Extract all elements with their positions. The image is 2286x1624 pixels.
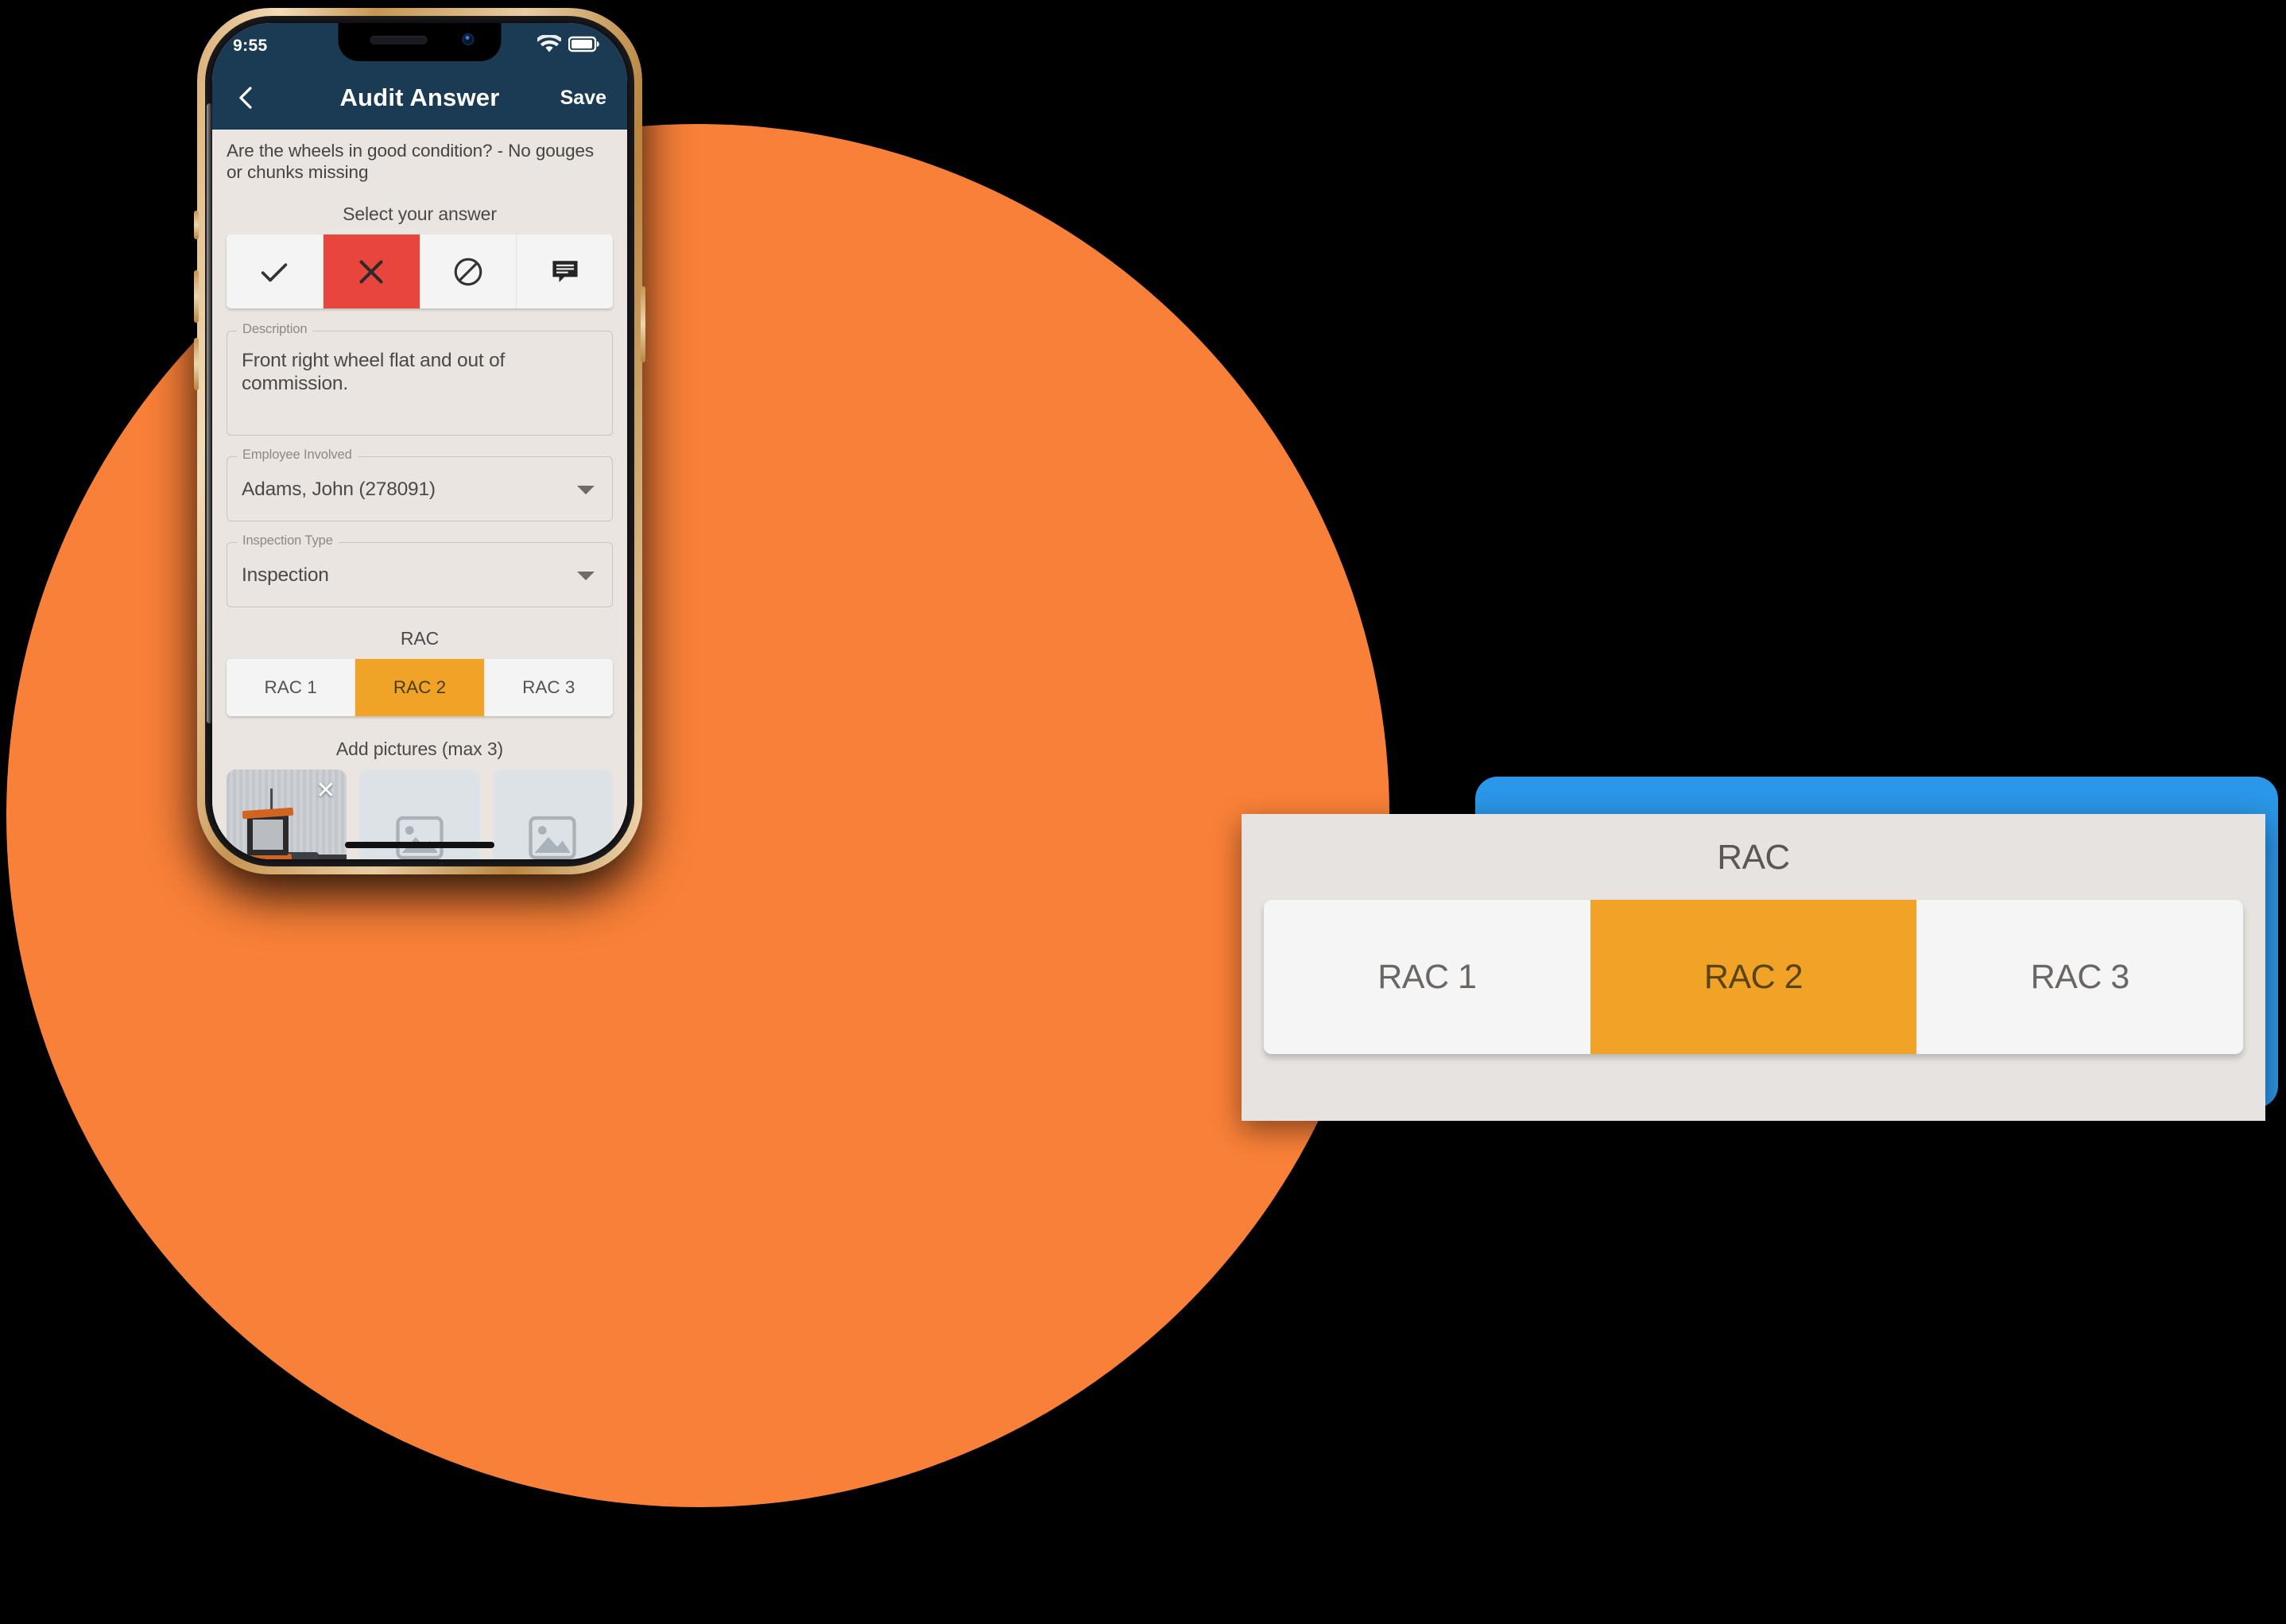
answer-option-pass[interactable] (227, 234, 324, 309)
power-button[interactable] (641, 286, 645, 362)
callout-rac-option-2[interactable]: RAC 2 (1590, 900, 1917, 1054)
forklift-antenna (270, 789, 273, 810)
x-icon (359, 260, 383, 284)
rac-option-2[interactable]: RAC 2 (355, 659, 485, 717)
phone-screen: 9:55 Audit Answer Save Are the wheels in… (212, 23, 627, 859)
answer-option-comment[interactable] (517, 234, 613, 309)
wifi-icon (536, 33, 563, 58)
check-icon (262, 262, 288, 281)
image-placeholder-icon (396, 816, 444, 859)
home-indicator[interactable] (345, 842, 494, 848)
front-camera (462, 33, 475, 45)
close-icon[interactable]: ✕ (316, 779, 335, 803)
forklift-cab (247, 814, 289, 856)
status-bar: 9:55 (212, 23, 627, 69)
pictures-section-label: Add pictures (max 3) (335, 738, 504, 760)
description-field[interactable]: Description Front right wheel flat and o… (227, 322, 613, 436)
caret-down-icon (577, 571, 595, 580)
navigation-bar: Audit Answer Save (212, 69, 627, 130)
status-time: 9:55 (233, 37, 268, 55)
image-placeholder-icon (529, 816, 576, 859)
picture-slot-filled[interactable]: ✕ (227, 769, 347, 859)
callout-rac-option-1[interactable]: RAC 1 (1264, 900, 1591, 1054)
employee-involved-legend: Employee Involved (237, 448, 358, 463)
description-legend: Description (237, 322, 313, 338)
callout-rac-option-3[interactable]: RAC 3 (1916, 900, 2243, 1054)
callout-rac-segmented-control: RAC 1 RAC 2 RAC 3 (1264, 900, 2243, 1054)
battery-icon (568, 36, 600, 57)
answer-segmented-control (227, 234, 613, 309)
mute-switch[interactable] (194, 211, 199, 239)
volume-down-button[interactable] (194, 338, 199, 390)
caret-down-icon (577, 485, 595, 494)
frame-highlight (207, 103, 212, 723)
employee-involved-value: Adams, John (278091) (242, 479, 436, 501)
inspection-type-legend: Inspection Type (237, 533, 339, 549)
employee-involved-select[interactable]: Employee Involved Adams, John (278091) (227, 448, 613, 522)
rac-callout-panel: RAC RAC 1 RAC 2 RAC 3 (1242, 814, 2265, 1121)
rac-segmented-control: RAC 1 RAC 2 RAC 3 (227, 659, 613, 717)
chevron-left-icon (239, 87, 252, 109)
save-button[interactable]: Save (560, 87, 606, 110)
answer-option-na[interactable] (420, 234, 517, 309)
inspection-type-select[interactable]: Inspection Type Inspection (227, 533, 613, 608)
phone-mockup: 9:55 Audit Answer Save Are the wheels in… (194, 8, 645, 874)
description-value: Front right wheel flat and out of commis… (242, 350, 506, 395)
earpiece-speaker (370, 36, 428, 45)
volume-up-button[interactable] (194, 270, 199, 323)
rac-option-3[interactable]: RAC 3 (484, 659, 613, 717)
question-text: Are the wheels in good condition? - No g… (227, 141, 595, 182)
back-button[interactable] (233, 84, 260, 111)
comment-icon (552, 260, 578, 282)
answer-section-label: Select your answer (343, 203, 497, 225)
inspection-type-value: Inspection (242, 564, 329, 587)
status-indicators (536, 33, 600, 58)
rac-section-label: RAC (400, 628, 440, 649)
phone-notch (338, 23, 502, 61)
picture-slot-empty-2[interactable] (492, 769, 613, 859)
audit-answer-form: Are the wheels in good condition? - No g… (212, 130, 627, 859)
callout-title: RAC (1717, 838, 1790, 877)
rac-option-1[interactable]: RAC 1 (227, 659, 356, 717)
answer-option-fail[interactable] (323, 234, 420, 309)
no-entry-icon (454, 258, 482, 285)
